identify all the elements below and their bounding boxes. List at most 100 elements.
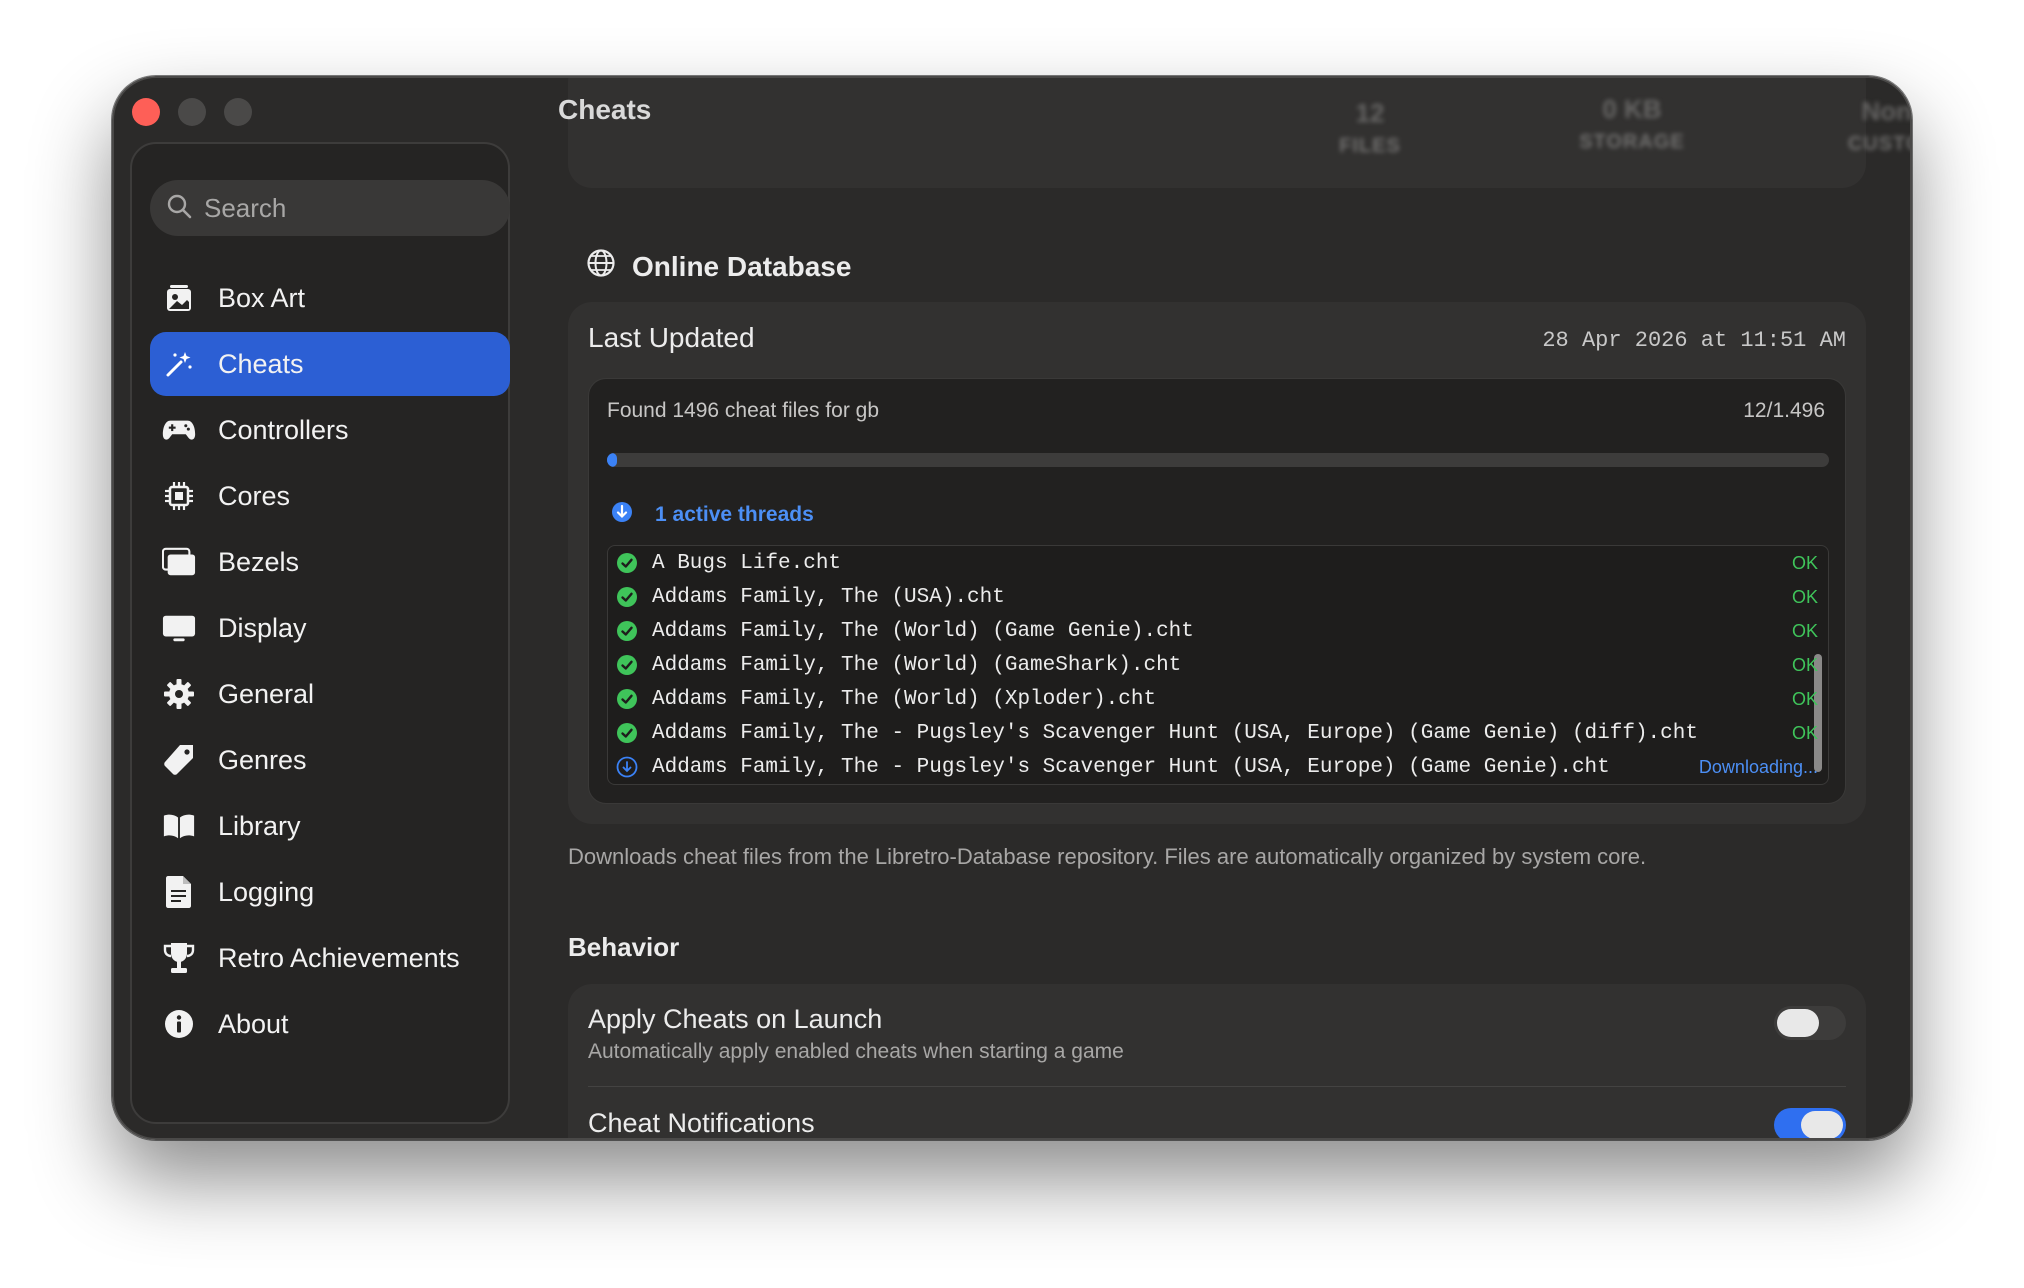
checkmark-circle-icon xyxy=(616,620,638,642)
checkmark-circle-icon xyxy=(616,688,638,710)
file-row: Addams Family, The - Pugsley's Scavenger… xyxy=(608,750,1828,784)
display-icon xyxy=(162,611,196,645)
checkmark-circle-icon xyxy=(616,586,638,608)
sidebar-item-bezels[interactable]: Bezels xyxy=(150,530,510,594)
sidebar-item-genres[interactable]: Genres xyxy=(150,728,510,792)
cheat-notifications-toggle[interactable] xyxy=(1774,1108,1846,1138)
search-field[interactable] xyxy=(150,180,510,236)
file-name: Addams Family, The (World) (Xploder).cht xyxy=(652,687,1157,711)
file-status: OK xyxy=(1791,586,1818,607)
info-icon xyxy=(162,1007,196,1041)
bezels-icon xyxy=(162,545,196,579)
sidebar-item-label: Controllers xyxy=(218,414,349,445)
apply-cheats-toggle[interactable] xyxy=(1774,1006,1846,1040)
online-database-description: Downloads cheat files from the Libretro-… xyxy=(568,844,1647,869)
stat-custom: None CUSTOM xyxy=(1794,96,1912,156)
sidebar-item-label: Cores xyxy=(218,480,291,511)
setting-title: Cheat Notifications xyxy=(588,1108,815,1138)
file-name: Addams Family, The (World) (GameShark).c… xyxy=(652,653,1182,677)
file-status: OK xyxy=(1791,620,1818,641)
search-input[interactable] xyxy=(204,192,494,224)
download-circle-icon xyxy=(611,501,633,529)
sidebar-item-label: Box Art xyxy=(218,282,306,313)
tag-icon xyxy=(162,743,196,777)
gamepad-icon xyxy=(162,413,196,447)
sidebar-item-retro-achievements[interactable]: Retro Achievements xyxy=(150,926,510,990)
behavior-header: Behavior xyxy=(568,932,680,962)
stat-value: 0 KB xyxy=(1602,94,1662,124)
file-list[interactable]: A Bugs Life.cht OK Addams Family, The (USA… xyxy=(607,545,1829,785)
sidebar-item-controllers[interactable]: Controllers xyxy=(150,398,510,462)
sidebar: Box Art Cheats Controllers Cores xyxy=(130,142,510,1124)
file-name: Addams Family, The - Pugsley's Scavenger… xyxy=(652,721,1698,745)
file-row: Addams Family, The - Pugsley's Scavenger… xyxy=(608,716,1828,750)
file-status: OK xyxy=(1791,654,1818,675)
file-name: Addams Family, The - Pugsley's Scavenger… xyxy=(652,755,1610,779)
sidebar-item-label: Genres xyxy=(218,744,307,775)
book-icon xyxy=(162,809,196,843)
file-row: Addams Family, The (USA).cht OK xyxy=(608,580,1828,614)
toggle-knob xyxy=(1801,1111,1843,1138)
zoom-window-button[interactable] xyxy=(224,98,252,126)
close-window-button[interactable] xyxy=(132,98,160,126)
divider xyxy=(588,1086,1846,1087)
sidebar-item-label: General xyxy=(218,678,315,709)
file-name: Addams Family, The (USA).cht xyxy=(652,585,1005,609)
document-icon xyxy=(162,875,196,909)
file-status: OK xyxy=(1791,552,1818,573)
download-progress-bar xyxy=(607,453,1829,467)
sidebar-item-label: Library xyxy=(218,810,301,841)
file-row: Addams Family, The (World) (GameShark).c… xyxy=(608,648,1828,682)
window-controls xyxy=(132,98,252,126)
sidebar-item-general[interactable]: General xyxy=(150,662,510,726)
online-database-header: Online Database xyxy=(586,248,851,285)
globe-icon xyxy=(586,248,616,285)
stats-row: 12 FILES 0 KB STORAGE None CUSTOM xyxy=(554,78,1910,188)
sidebar-item-label: Retro Achievements xyxy=(218,942,460,973)
sidebar-item-cores[interactable]: Cores xyxy=(150,464,510,528)
behavior-card: Apply Cheats on Launch Automatically app… xyxy=(568,984,1866,1138)
sidebar-item-logging[interactable]: Logging xyxy=(150,860,510,924)
file-status: Downloading... xyxy=(1698,756,1818,777)
file-status: OK xyxy=(1791,722,1818,743)
setting-subtitle: Automatically apply enabled cheats when … xyxy=(588,1040,1124,1063)
active-threads: 1 active threads xyxy=(611,501,814,529)
stat-files: 12 FILES xyxy=(1270,98,1470,158)
stat-value: None xyxy=(1861,96,1912,126)
download-counter: 12/1.496 xyxy=(1743,399,1825,422)
checkmark-circle-icon xyxy=(616,552,638,574)
sidebar-item-box-art[interactable]: Box Art xyxy=(150,266,510,330)
sidebar-item-library[interactable]: Library xyxy=(150,794,510,858)
file-row: A Bugs Life.cht OK xyxy=(608,546,1828,580)
file-row: Addams Family, The (World) (Game Genie).… xyxy=(608,614,1828,648)
box-art-icon xyxy=(162,281,196,315)
file-name: A Bugs Life.cht xyxy=(652,551,842,575)
stat-value: 12 xyxy=(1355,98,1385,128)
sidebar-nav: Box Art Cheats Controllers Cores Bezels … xyxy=(150,266,510,1058)
sidebar-item-label: Display xyxy=(218,612,307,643)
download-panel: Found 1496 cheat files for gb 12/1.496 1… xyxy=(588,378,1846,804)
online-database-card: Last Updated 28 Apr 2026 at 11:51 AM Fou… xyxy=(568,302,1866,824)
magic-wand-icon xyxy=(162,347,196,381)
stat-label: STORAGE xyxy=(1579,131,1685,153)
last-updated-label: Last Updated xyxy=(588,322,755,353)
cpu-icon xyxy=(162,479,196,513)
stat-storage: 0 KB STORAGE xyxy=(1532,94,1732,154)
trophy-icon xyxy=(162,941,196,975)
threads-label: 1 active threads xyxy=(655,503,814,526)
toggle-knob xyxy=(1777,1009,1819,1037)
minimize-window-button[interactable] xyxy=(178,98,206,126)
sidebar-item-label: About xyxy=(218,1008,289,1039)
sidebar-item-label: Bezels xyxy=(218,546,300,577)
sidebar-item-cheats[interactable]: Cheats xyxy=(150,332,510,396)
sidebar-item-about[interactable]: About xyxy=(150,992,510,1056)
sidebar-item-display[interactable]: Display xyxy=(150,596,510,660)
section-title: Online Database xyxy=(632,250,852,282)
progress-fill xyxy=(607,453,617,467)
file-row: Addams Family, The (World) (Xploder).cht… xyxy=(608,682,1828,716)
file-name: Addams Family, The (World) (Game Genie).… xyxy=(652,619,1194,643)
sidebar-item-label: Cheats xyxy=(218,348,304,379)
checkmark-circle-icon xyxy=(616,722,638,744)
setting-title: Apply Cheats on Launch xyxy=(588,1004,883,1034)
sidebar-item-label: Logging xyxy=(218,876,315,907)
